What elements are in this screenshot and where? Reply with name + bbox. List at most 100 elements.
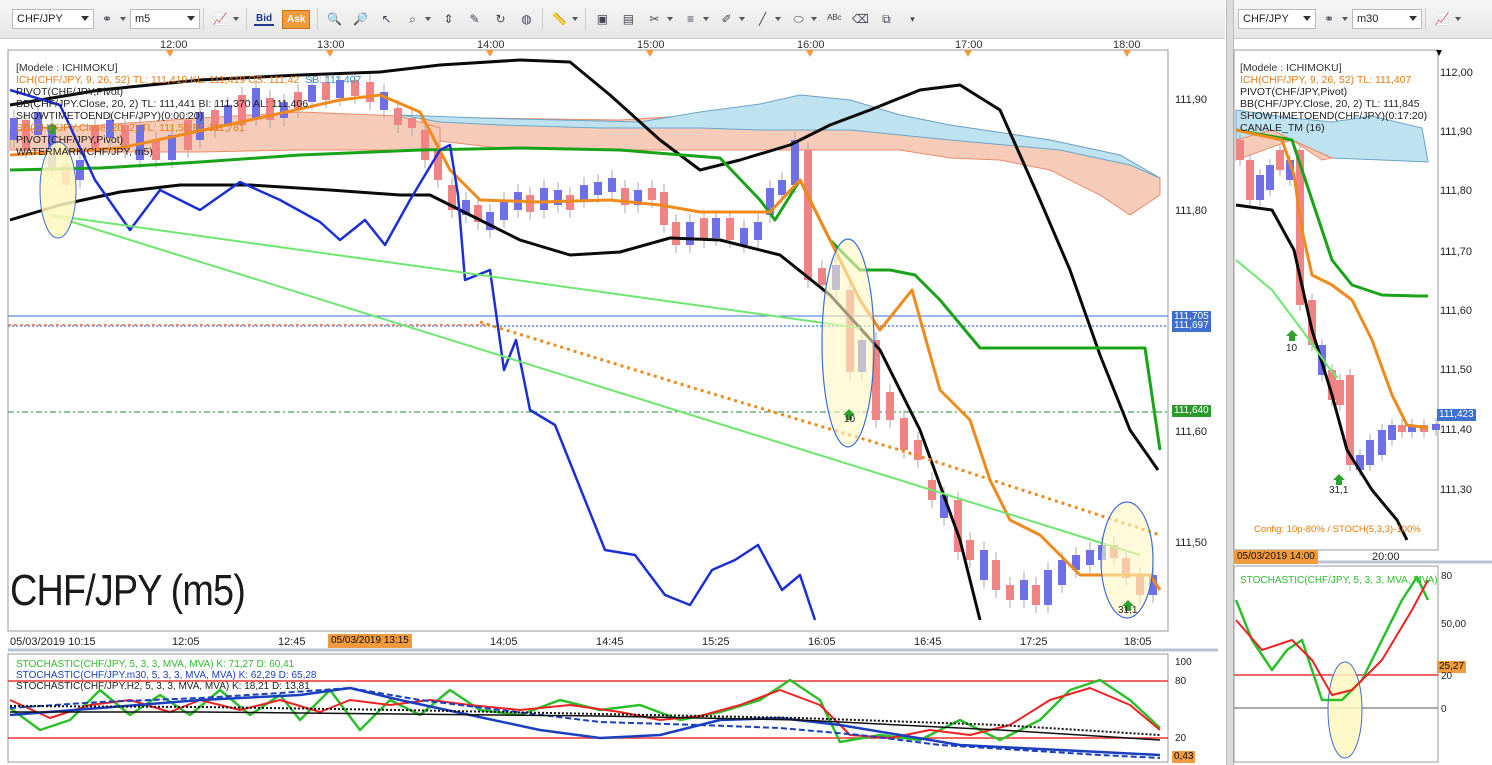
- bull-candle: [1086, 550, 1094, 565]
- bull-candle: [686, 222, 694, 245]
- side-legend-line[interactable]: BB(CHF/JPY.Close, 20, 2) TL: 111,845: [1240, 98, 1427, 110]
- stoch-legend-line[interactable]: STOCHASTIC(CHF/JPY.m30, 5, 3, 3, MVA, MV…: [16, 670, 316, 681]
- legend-line[interactable]: ICH(CHF/JPY, 9, 26, 52) TL: 111,419 KL: …: [16, 74, 299, 86]
- side-bear-candle: [1246, 160, 1254, 200]
- price-tag-current: 111,697: [1172, 320, 1211, 332]
- time-tick: 12:05: [172, 636, 200, 648]
- bull-candle: [754, 222, 762, 240]
- side-bull-candle: [1432, 424, 1440, 430]
- bear-candle: [914, 440, 922, 460]
- price-tick: 111,80: [1175, 205, 1208, 217]
- bull-candle: [1044, 570, 1052, 605]
- side-signal-ellipse: [1327, 661, 1363, 759]
- bear-candle: [421, 130, 429, 160]
- side-stoch-legend[interactable]: STOCHASTIC(CHF/JPY, 5, 3, 3, MVA, MVA): [1240, 575, 1438, 587]
- legend-line[interactable]: [Modele : ICHIMOKU]: [16, 62, 361, 74]
- side-stoch-tick: 50,00: [1441, 619, 1467, 630]
- legend-line[interactable]: SHOWTIMETOEND(CHF/JPY)(0:00:20): [16, 110, 361, 122]
- legend-line[interactable]: BB(CHF/JPY.Close, 20, 2) TL: 111,55 BI: …: [16, 122, 361, 134]
- time-tick: 14:05: [490, 636, 518, 648]
- side-legend-line[interactable]: SHOWTIMETOEND(CHF/JPY)(0:17:20): [1240, 110, 1427, 122]
- bear-candle: [660, 192, 668, 225]
- time-tick: 18:05: [1124, 636, 1152, 648]
- side-bear-candle: [1336, 380, 1344, 405]
- stoch-tick: 20: [1175, 733, 1187, 744]
- side-price-tag: 111,423: [1437, 409, 1476, 421]
- legend-line[interactable]: PIVOT(CHF/JPY,Pivot): [16, 86, 361, 98]
- bear-candle: [818, 268, 826, 285]
- side-bull-candle: [1266, 165, 1274, 190]
- side-bull-candle: [1388, 425, 1396, 440]
- price-tick: 111,50: [1175, 537, 1208, 549]
- bull-candle: [778, 180, 786, 195]
- time-tick: 14:45: [596, 636, 624, 648]
- side-config-text: Config: 10p-80% / STOCH(5,3,3)-100%: [1254, 524, 1421, 535]
- side-legend-line[interactable]: [Modele : ICHIMOKU]: [1240, 62, 1427, 74]
- side-price-tick: 111,60: [1440, 305, 1473, 317]
- side-price-tick: 111,80: [1440, 185, 1473, 197]
- time-tick: 15:25: [702, 636, 730, 648]
- side-bull-candle: [1378, 430, 1386, 455]
- stoch-tick: 100: [1175, 657, 1192, 668]
- side-price-tick: 111,40: [1440, 424, 1473, 436]
- side-signal-label: 31,1: [1329, 485, 1349, 496]
- crosshair-date-tag: 05/03/2019 13:15: [328, 634, 412, 648]
- bear-candle: [1032, 585, 1040, 605]
- stoch-legend-line[interactable]: STOCHASTIC(CHF/JPY, 5, 3, 3, MVA, MVA) K…: [16, 659, 316, 670]
- side-price-tick: 112,00: [1440, 67, 1473, 79]
- signal-label: 31,1: [1118, 605, 1138, 616]
- bull-candle: [540, 188, 548, 210]
- side-stoch-tick: 80: [1441, 571, 1453, 582]
- bear-candle: [804, 150, 812, 280]
- signal-ellipse: [1100, 501, 1154, 619]
- bear-candle: [700, 218, 708, 240]
- side-legend-line[interactable]: ICH(CHF/JPY, 9, 26, 52) TL: 111,407: [1240, 74, 1427, 86]
- top-time-label: 18:00: [1113, 39, 1141, 51]
- bear-candle: [408, 118, 416, 128]
- side-bear-candle: [1276, 150, 1284, 170]
- time-tick: 05/03/2019 10:15: [10, 636, 96, 648]
- price-tick: 111,60: [1175, 426, 1208, 438]
- bear-candle: [526, 195, 534, 212]
- bear-candle: [648, 188, 656, 200]
- bull-candle: [980, 550, 988, 580]
- side-time-tick: 20:00: [1372, 551, 1400, 563]
- time-tick: 17:25: [1020, 636, 1048, 648]
- top-time-label: 17:00: [955, 39, 983, 51]
- bull-candle: [608, 178, 616, 192]
- price-tick: 111,90: [1175, 94, 1208, 106]
- top-time-label: 15:00: [637, 39, 665, 51]
- side-date-tag: 05/03/2019 14:00: [1234, 550, 1318, 564]
- bull-candle: [1058, 560, 1066, 585]
- side-stoch-tick: 20: [1441, 671, 1453, 682]
- bull-candle: [594, 182, 602, 195]
- side-legend-line[interactable]: PIVOT(CHF/JPY,Pivot): [1240, 86, 1427, 98]
- side-price-tick: 111,90: [1440, 126, 1473, 138]
- signal-label: 10: [844, 414, 856, 425]
- legend-line[interactable]: WATERMARK(CHF/JPY, m5): [16, 146, 361, 158]
- side-bear-candle: [1398, 425, 1406, 432]
- side-signal-label: 10: [1286, 343, 1298, 354]
- stoch-value-tag: 0,43: [1172, 751, 1196, 763]
- bear-candle: [992, 560, 1000, 590]
- stoch-tick: 80: [1175, 676, 1187, 687]
- top-time-label: 14:00: [477, 39, 505, 51]
- price-tag-pivot: 111,640: [1172, 405, 1211, 417]
- bear-candle: [900, 418, 908, 450]
- bear-candle: [966, 540, 974, 560]
- side-bull-candle: [1366, 440, 1374, 465]
- side-stoch-tick: 0: [1441, 704, 1447, 715]
- side-price-tick: 111,70: [1440, 246, 1473, 258]
- side-legend-line[interactable]: CANALE_TM (16): [1240, 122, 1427, 134]
- legend-line[interactable]: BB(CHF/JPY.Close, 20, 2) TL: 111,441 BI:…: [16, 98, 361, 110]
- top-time-label: 16:00: [797, 39, 825, 51]
- legend-line[interactable]: PIVOT(CHF/JPY,Pivot): [16, 134, 361, 146]
- bull-candle: [500, 200, 508, 220]
- side-price-tick: 111,50: [1440, 364, 1473, 376]
- bear-candle: [366, 82, 374, 102]
- legend-ich-sb: SB: 111,407: [305, 74, 362, 86]
- stoch-legend-line[interactable]: STOCHASTIC(CHF/JPY.H2, 5, 3, 3, MVA, MVA…: [16, 681, 316, 692]
- side-bull-candle: [1256, 175, 1264, 200]
- bull-candle: [740, 228, 748, 245]
- time-tick: 16:45: [914, 636, 942, 648]
